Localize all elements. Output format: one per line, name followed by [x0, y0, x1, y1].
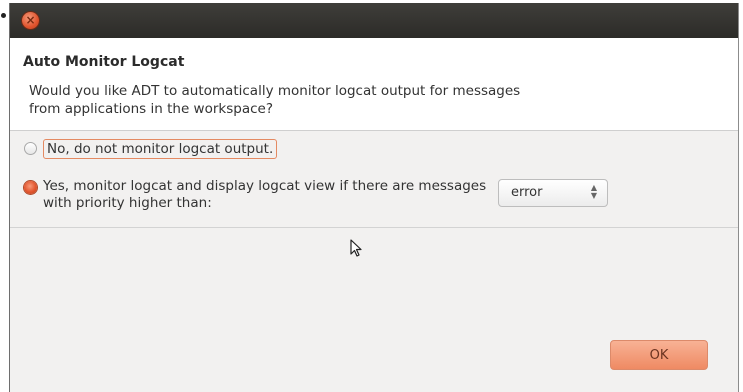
ok-button[interactable]: OK — [610, 340, 708, 370]
option-monitor[interactable]: Yes, monitor logcat and display logcat v… — [24, 178, 513, 212]
priority-select[interactable]: error ▲ ▼ — [498, 179, 608, 207]
separator — [10, 227, 738, 228]
radio-monitor[interactable] — [24, 181, 37, 194]
dialog-message: Would you like ADT to automatically moni… — [29, 83, 521, 117]
window-titlebar: × — [10, 3, 738, 38]
dialog-window: × Auto Monitor Logcat Would you like ADT… — [9, 3, 739, 392]
list-bullet — [1, 13, 6, 18]
option-no-monitor-label: No, do not monitor logcat output. — [43, 139, 278, 159]
radio-no-monitor[interactable] — [24, 142, 37, 155]
dialog-title: Auto Monitor Logcat — [23, 54, 185, 70]
priority-select-value: error — [511, 185, 543, 200]
dialog-header: Auto Monitor Logcat Would you like ADT t… — [10, 38, 738, 131]
select-arrows-icon: ▲ ▼ — [590, 183, 597, 200]
option-monitor-label: Yes, monitor logcat and display logcat v… — [43, 178, 487, 211]
option-no-monitor[interactable]: No, do not monitor logcat output. — [24, 139, 278, 159]
close-icon[interactable]: × — [22, 12, 39, 29]
mouse-pointer-icon — [350, 239, 362, 257]
